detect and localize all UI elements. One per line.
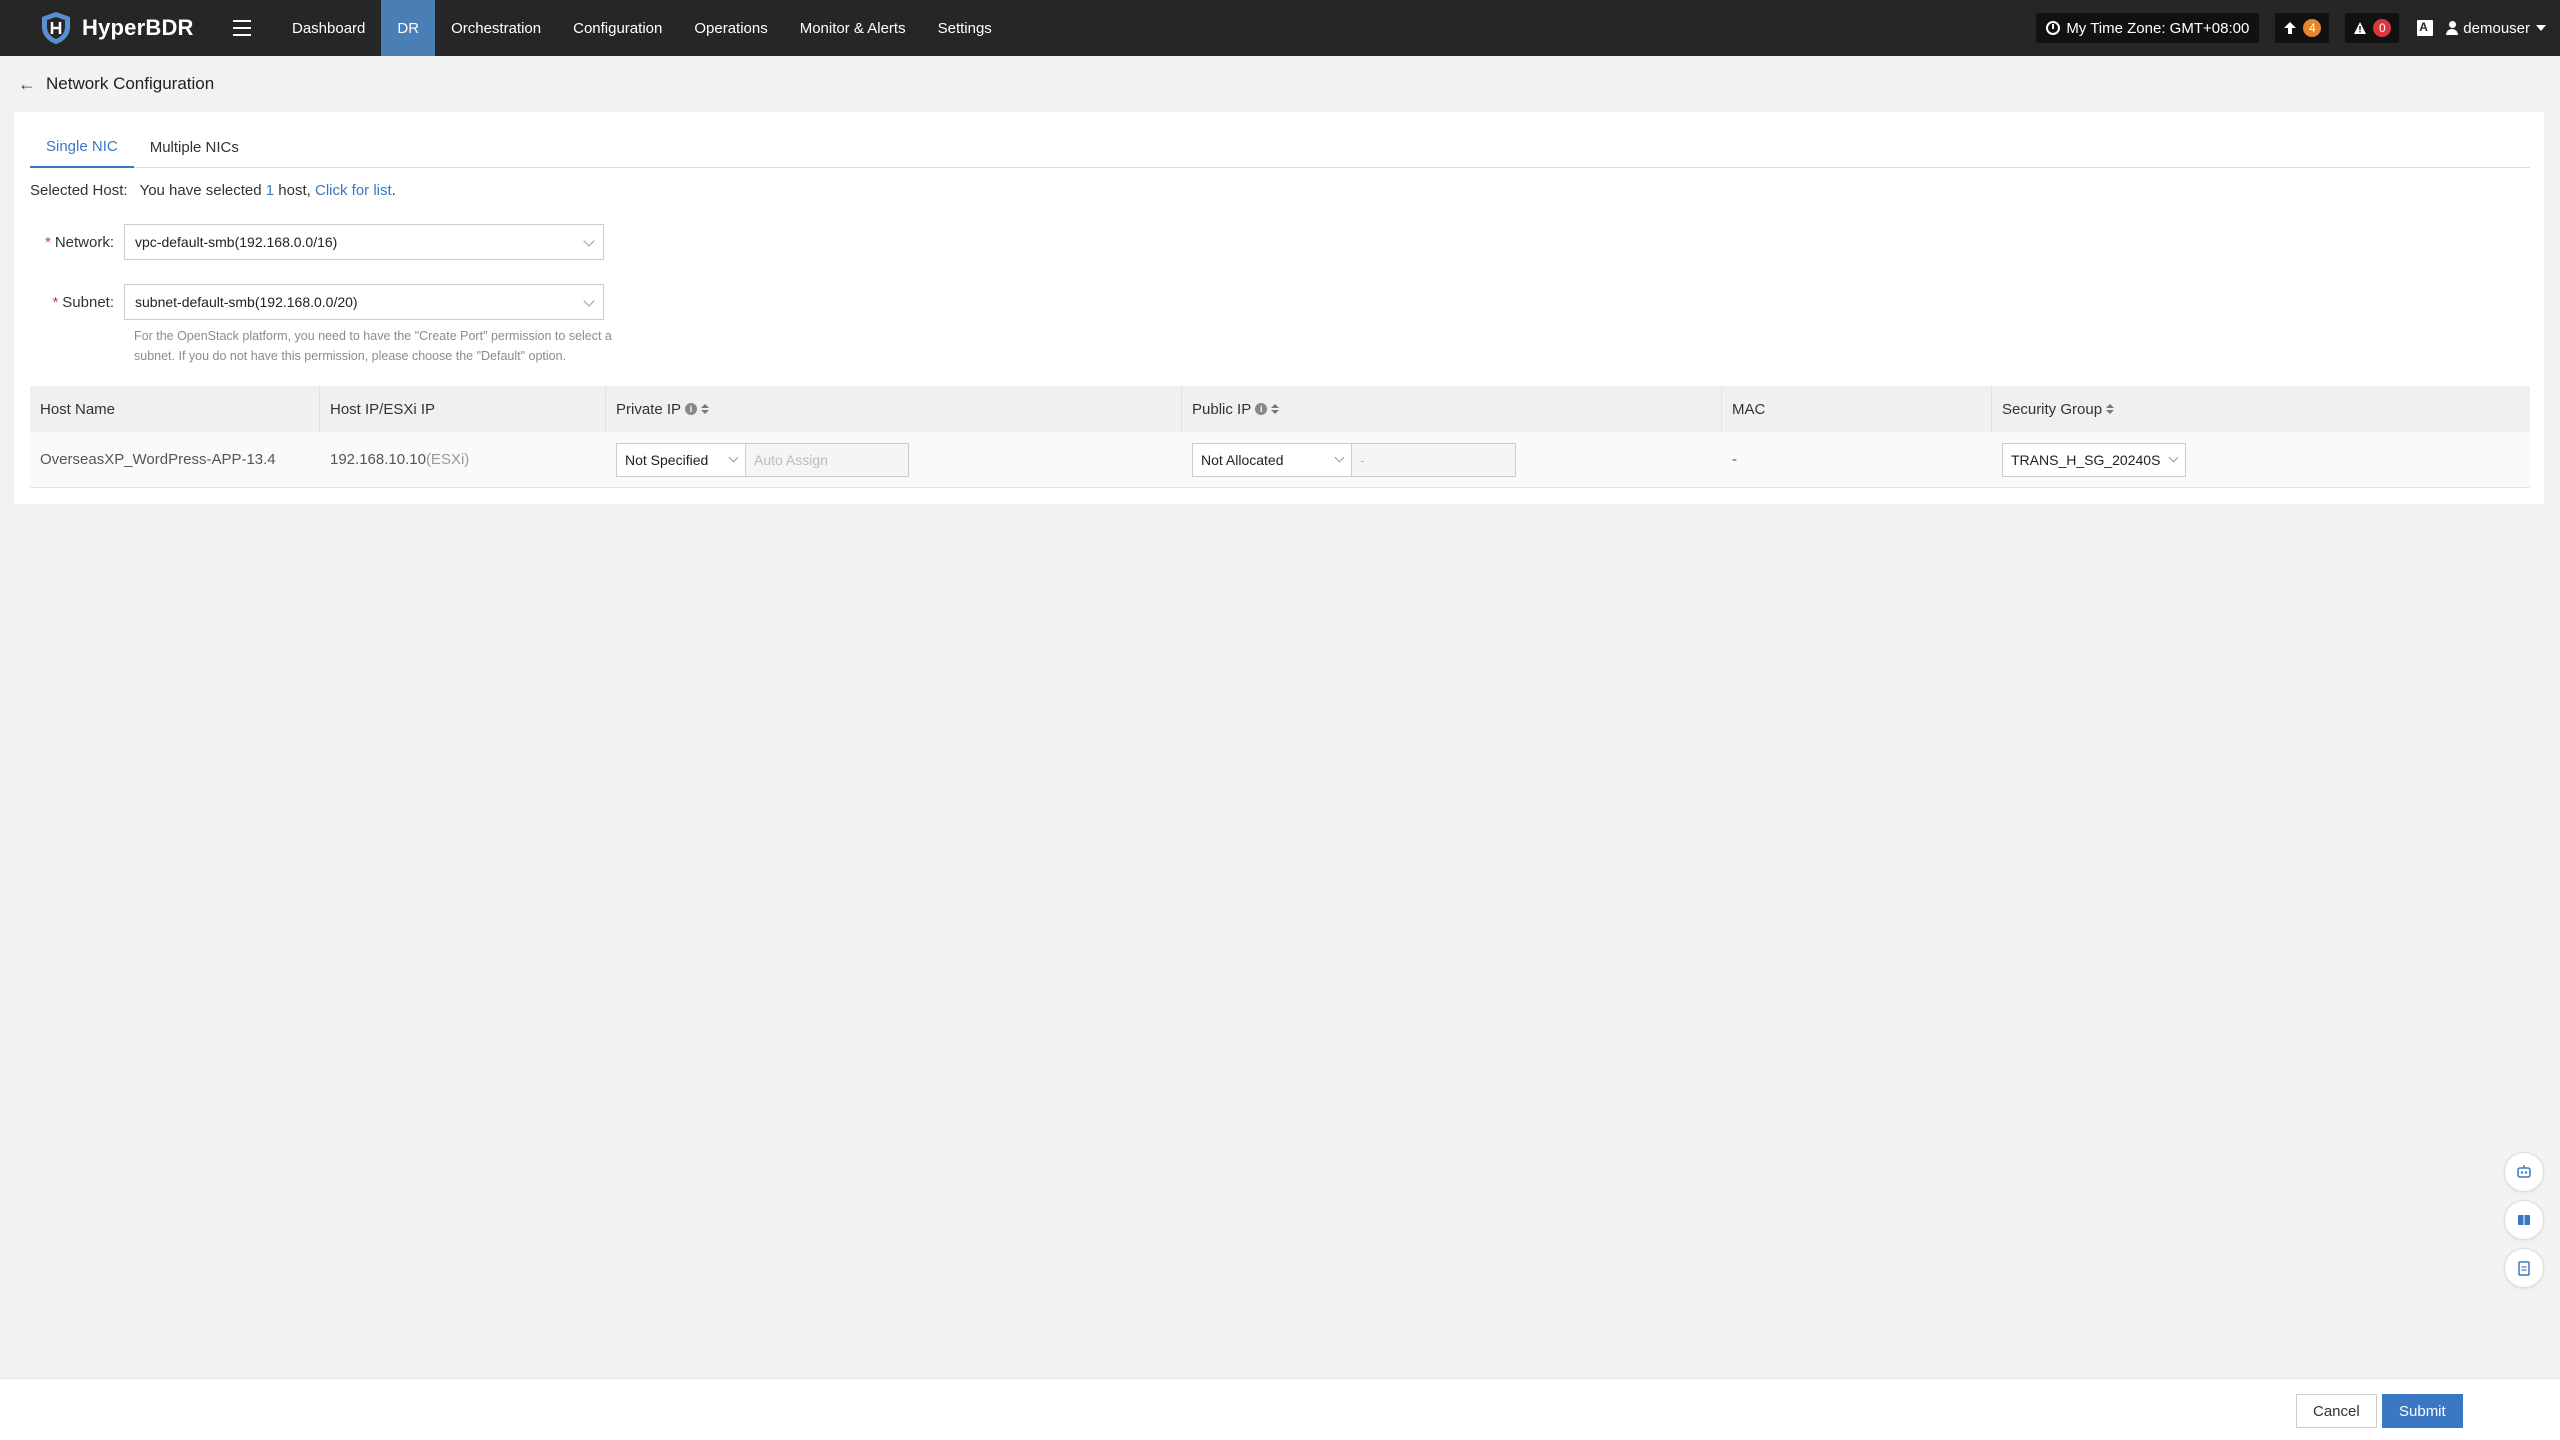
tab-multiple-nics[interactable]: Multiple NICs bbox=[134, 126, 255, 168]
chevron-down-icon bbox=[583, 295, 595, 307]
selected-host-text-prefix: You have selected bbox=[139, 182, 266, 199]
tab-single-nic[interactable]: Single NIC bbox=[30, 126, 134, 168]
alert-notifications[interactable]: 0 bbox=[2345, 13, 2400, 43]
chevron-down-icon bbox=[2168, 452, 2179, 462]
selected-host-text-suffix: . bbox=[391, 182, 396, 199]
nav-item-operations[interactable]: Operations bbox=[678, 0, 783, 56]
language-icon[interactable] bbox=[2417, 20, 2434, 36]
username: demouser bbox=[2463, 19, 2530, 37]
selected-host-label: Selected Host: bbox=[30, 182, 128, 199]
table-row: OverseasXP_WordPress-APP-13.4 192.168.10… bbox=[30, 432, 2530, 488]
nav-item-dr[interactable]: DR bbox=[381, 0, 436, 56]
nav-item-dashboard[interactable]: Dashboard bbox=[276, 0, 381, 56]
sort-icon[interactable] bbox=[701, 404, 709, 414]
column-host-ip: Host IP/ESXi IP bbox=[320, 386, 606, 432]
subnet-label: * Subnet: bbox=[52, 293, 114, 311]
alert-count-badge: 0 bbox=[2373, 19, 2392, 37]
clock-icon bbox=[2046, 21, 2061, 35]
submit-button[interactable]: Submit bbox=[2382, 1394, 2463, 1428]
sort-icon[interactable] bbox=[2106, 404, 2114, 414]
cell-mac: - bbox=[1732, 451, 1737, 468]
column-mac: MAC bbox=[1722, 386, 1992, 432]
top-navigation-bar: HyperBDR Dashboard DR Orchestration Conf… bbox=[0, 0, 2560, 56]
network-select-value: vpc-default-smb(192.168.0.0/16) bbox=[135, 234, 338, 250]
timezone-label: My Time Zone: GMT+08:00 bbox=[2066, 19, 2250, 37]
clipboard-icon bbox=[2518, 1261, 2530, 1276]
main-nav: Dashboard DR Orchestration Configuration… bbox=[276, 0, 1008, 56]
user-icon bbox=[2445, 21, 2459, 35]
column-private-ip[interactable]: Private IP i bbox=[606, 386, 1182, 432]
network-config-card: Single NIC Multiple NICs Selected Host: … bbox=[14, 112, 2544, 504]
user-menu[interactable]: demouser bbox=[2445, 20, 2546, 37]
chevron-down-icon bbox=[583, 235, 595, 247]
page-header: ← Network Configuration bbox=[18, 72, 214, 96]
sort-icon[interactable] bbox=[1271, 404, 1279, 414]
public-ip-mode-select[interactable]: Not Allocated bbox=[1192, 442, 1352, 477]
nav-item-settings[interactable]: Settings bbox=[922, 0, 1008, 56]
subnet-hint-text: For the OpenStack platform, you need to … bbox=[134, 329, 612, 363]
upload-count-badge: 4 bbox=[2303, 19, 2322, 37]
shield-logo-icon bbox=[42, 12, 70, 44]
task-log-button[interactable] bbox=[2504, 1248, 2544, 1288]
docs-button[interactable] bbox=[2504, 1200, 2544, 1240]
chevron-down-icon bbox=[2536, 25, 2546, 31]
subnet-select[interactable]: subnet-default-smb(192.168.0.0/20) bbox=[124, 284, 604, 320]
public-ip-input[interactable]: - bbox=[1352, 442, 1516, 477]
column-host-name: Host Name bbox=[30, 386, 320, 432]
upload-notifications[interactable]: 4 bbox=[2275, 13, 2330, 43]
nav-item-configuration[interactable]: Configuration bbox=[557, 0, 678, 56]
cell-security-group: TRANS_H_SG_20240S bbox=[1992, 432, 2530, 487]
column-security-group[interactable]: Security Group bbox=[1992, 386, 2530, 432]
nav-item-orchestration[interactable]: Orchestration bbox=[435, 0, 557, 56]
chevron-down-icon bbox=[1334, 452, 1345, 462]
cell-private-ip: Not Specified Auto Assign bbox=[606, 432, 1182, 487]
selected-host-count: 1 bbox=[265, 182, 275, 199]
cancel-button[interactable]: Cancel bbox=[2296, 1394, 2377, 1428]
back-arrow-icon[interactable]: ← bbox=[18, 74, 36, 95]
robot-icon bbox=[2517, 1165, 2531, 1178]
menu-toggle-icon[interactable] bbox=[220, 0, 264, 56]
table-header: Host Name Host IP/ESXi IP Private IP i Pu… bbox=[30, 386, 2530, 432]
top-right-tools: My Time Zone: GMT+08:00 4 0 demouser bbox=[2036, 0, 2560, 56]
cell-host-ip: 192.168.10.10 (ESXi) bbox=[330, 451, 470, 468]
network-field-row: * Network: vpc-default-smb(192.168.0.0/16… bbox=[30, 224, 604, 260]
assistant-button[interactable] bbox=[2504, 1152, 2544, 1192]
chevron-down-icon bbox=[728, 452, 739, 462]
upload-icon bbox=[2284, 22, 2297, 34]
host-list-link[interactable]: Click for list bbox=[315, 182, 392, 199]
footer-action-bar: Cancel Submit bbox=[0, 1378, 2560, 1440]
page-title: Network Configuration bbox=[46, 74, 215, 93]
info-icon[interactable]: i bbox=[685, 403, 698, 415]
warning-icon bbox=[2354, 22, 2367, 34]
subnet-field-row: * Subnet: subnet-default-smb(192.168.0.0/… bbox=[30, 284, 604, 320]
info-icon[interactable]: i bbox=[1255, 403, 1268, 415]
security-group-select[interactable]: TRANS_H_SG_20240S bbox=[2002, 442, 2186, 477]
selected-host-text-mid: host, bbox=[274, 182, 315, 199]
private-ip-mode-select[interactable]: Not Specified bbox=[616, 442, 746, 477]
host-network-table: Host Name Host IP/ESXi IP Private IP i Pu… bbox=[30, 386, 2530, 488]
timezone-display[interactable]: My Time Zone: GMT+08:00 bbox=[2036, 13, 2260, 43]
app-name: HyperBDR bbox=[82, 15, 194, 40]
nic-tabs: Single NIC Multiple NICs bbox=[30, 126, 2530, 168]
logo[interactable]: HyperBDR bbox=[38, 10, 214, 46]
book-icon bbox=[2518, 1215, 2530, 1225]
private-ip-input[interactable]: Auto Assign bbox=[746, 442, 909, 477]
nav-item-monitor-alerts[interactable]: Monitor & Alerts bbox=[784, 0, 922, 56]
selected-host-row: Selected Host: You have selected 1 host,… bbox=[30, 182, 396, 199]
cell-public-ip: Not Allocated - bbox=[1182, 432, 1722, 487]
subnet-select-value: subnet-default-smb(192.168.0.0/20) bbox=[135, 294, 358, 310]
cell-host-name: OverseasXP_WordPress-APP-13.4 bbox=[40, 451, 276, 468]
network-label: * Network: bbox=[44, 233, 114, 251]
network-select[interactable]: vpc-default-smb(192.168.0.0/16) bbox=[124, 224, 604, 260]
column-public-ip[interactable]: Public IP i bbox=[1182, 386, 1722, 432]
